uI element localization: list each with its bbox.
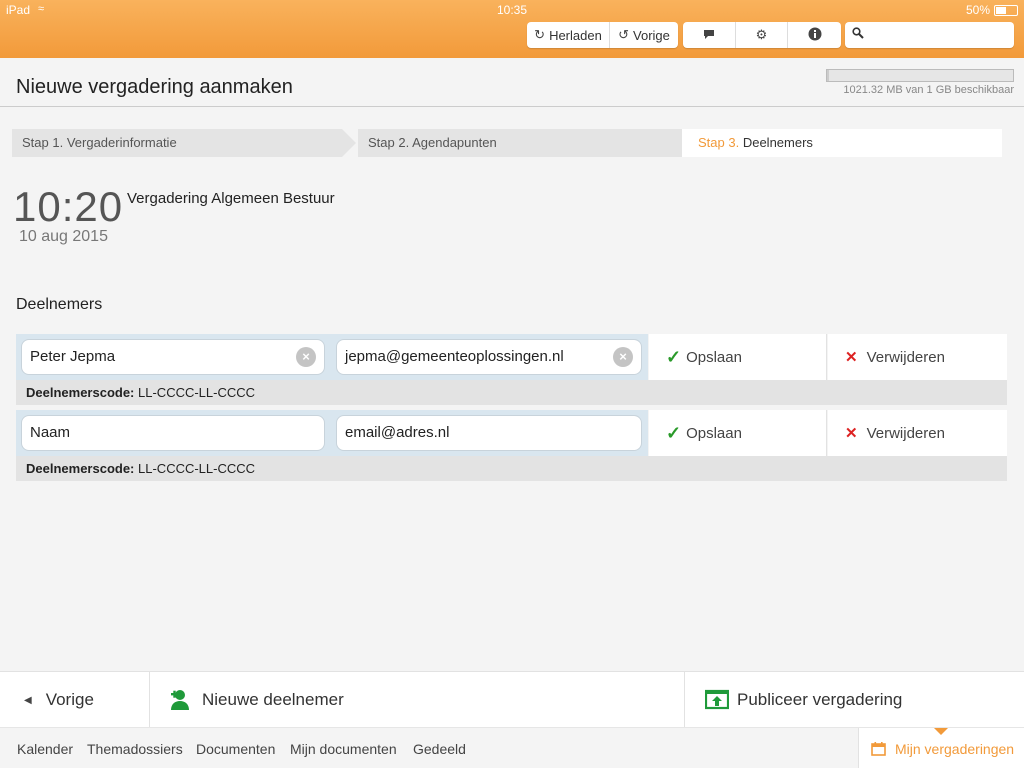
step-1-prefix: Stap 1.	[22, 135, 64, 150]
comment-icon	[703, 28, 715, 43]
info-button[interactable]	[788, 22, 841, 48]
delete-participant-button[interactable]: ✕ Verwijderen	[828, 410, 1007, 456]
reload-label: Herladen	[549, 27, 602, 43]
settings-button[interactable]: ⚙	[736, 22, 789, 48]
status-bar: iPad ≈ 10:35 50%	[0, 0, 1024, 20]
reload-button[interactable]: ↻ Herladen	[527, 22, 610, 48]
participant-code: Deelnemerscode: LL-CCCC-LL-CCCC	[16, 380, 1007, 405]
participant-inputs: Naam email@adres.nl	[16, 410, 648, 456]
step-1[interactable]: Stap 1. Vergaderinformatie	[12, 129, 356, 157]
step-2-prefix: Stap 2.	[368, 135, 410, 150]
navigation-button-group: ↻ Herladen ↺ Vorige	[527, 22, 678, 48]
page-title: Nieuwe vergadering aanmaken	[16, 76, 293, 98]
step-indicator: Stap 1. Vergaderinformatie Stap 2. Agend…	[12, 129, 1002, 157]
participant-email-input[interactable]: email@adres.nl	[336, 415, 642, 451]
publish-icon	[704, 689, 730, 711]
participants-heading: Deelnemers	[16, 296, 103, 313]
publish-meeting-button[interactable]: Publiceer vergadering	[684, 672, 1024, 728]
participant-row: Peter Jepma × jepma@gemeenteoplossingen.…	[16, 334, 1007, 405]
step-3-label: Deelnemers	[742, 135, 813, 150]
step-2[interactable]: Stap 2. Agendapunten	[358, 129, 696, 157]
participant-code-value: LL-CCCC-LL-CCCC	[138, 461, 256, 476]
battery-percentage: 50%	[965, 3, 990, 17]
clear-name-icon[interactable]: ×	[296, 347, 316, 367]
delete-label: Verwijderen	[866, 424, 945, 442]
meeting-title: Vergadering Algemeen Bestuur	[127, 190, 335, 207]
participant-email-value: email@adres.nl	[345, 424, 450, 441]
header-divider	[0, 106, 1024, 107]
participant-code-label: Deelnemerscode:	[26, 385, 135, 400]
participant-code-label: Deelnemerscode:	[26, 461, 135, 476]
nav-item-documenten[interactable]: Documenten	[196, 741, 275, 757]
battery-icon	[994, 5, 1018, 16]
info-icon	[808, 27, 822, 44]
search-icon	[852, 27, 864, 42]
reload-icon: ↻	[534, 27, 546, 42]
participant-name-value: Naam	[30, 424, 71, 441]
comments-button[interactable]	[683, 22, 736, 48]
history-icon: ↺	[618, 27, 630, 42]
step-3[interactable]: Stap 3. Deelnemers	[682, 129, 1002, 157]
participant-email-value: jepma@gemeenteoplossingen.nl	[345, 348, 564, 365]
gear-icon: ⚙	[755, 27, 768, 42]
triangle-left-icon: ◀	[24, 694, 32, 706]
back-history-button[interactable]: ↺ Vorige	[610, 22, 678, 48]
calendar-icon	[871, 741, 886, 756]
meeting-date: 10 aug 2015	[19, 228, 108, 245]
previous-label: Vorige	[45, 690, 94, 709]
new-participant-label: Nieuwe deelnemer	[202, 690, 344, 709]
nav-item-gedeeld[interactable]: Gedeeld	[413, 741, 466, 757]
top-bar: iPad ≈ 10:35 50% ↻ Herladen ↺ Vorige ⚙	[0, 0, 1024, 58]
bottom-navigation: Kalender Themadossiers Documenten Mijn d…	[0, 727, 1024, 768]
step-1-arrow	[342, 129, 356, 157]
new-participant-button[interactable]: Nieuwe deelnemer	[170, 672, 344, 728]
save-label: Opslaan	[686, 348, 742, 366]
delete-x-icon: ✕	[845, 425, 858, 442]
delete-label: Verwijderen	[866, 348, 945, 366]
status-time: 10:35	[496, 3, 528, 17]
checkmark-icon: ✓	[666, 346, 682, 367]
participant-code-value: LL-CCCC-LL-CCCC	[138, 385, 256, 400]
search-input[interactable]	[845, 22, 1014, 48]
step-1-label: Vergaderinformatie	[66, 135, 177, 150]
storage-text: 1021.32 MB van 1 GB beschikbaar	[843, 84, 1014, 96]
previous-button[interactable]: ◀ Vorige	[0, 672, 150, 728]
nav-active-label: Mijn vergaderingen	[895, 740, 1015, 757]
action-bar: ◀ Vorige Nieuwe deelnemer Publiceer verg…	[0, 671, 1024, 728]
storage-progress-fill	[827, 70, 829, 81]
nav-item-mijn-documenten[interactable]: Mijn documenten	[290, 741, 397, 757]
save-label: Opslaan	[686, 424, 742, 442]
participant-email-input[interactable]: jepma@gemeenteoplossingen.nl ×	[336, 339, 642, 375]
tools-button-group: ⚙	[683, 22, 841, 48]
clear-email-icon[interactable]: ×	[613, 347, 633, 367]
participant-code: Deelnemerscode: LL-CCCC-LL-CCCC	[16, 456, 1007, 481]
step-2-label: Agendapunten	[412, 135, 497, 150]
participant-name-input[interactable]: Naam	[21, 415, 325, 451]
save-participant-button[interactable]: ✓ Opslaan	[649, 410, 827, 456]
participant-name-value: Peter Jepma	[30, 348, 116, 365]
active-nav-marker	[934, 728, 948, 735]
nav-item-kalender[interactable]: Kalender	[17, 741, 73, 757]
delete-x-icon: ✕	[845, 349, 858, 366]
nav-item-themadossiers[interactable]: Themadossiers	[87, 741, 183, 757]
delete-participant-button[interactable]: ✕ Verwijderen	[828, 334, 1007, 380]
back-history-label: Vorige	[633, 27, 670, 43]
participant-row: Naam email@adres.nl ✓ Opslaan ✕ Verwijde…	[16, 410, 1007, 481]
step-3-prefix: Stap 3.	[698, 135, 740, 150]
participant-inputs: Peter Jepma × jepma@gemeenteoplossingen.…	[16, 334, 648, 380]
checkmark-icon: ✓	[666, 422, 682, 443]
publish-label: Publiceer vergadering	[737, 690, 903, 709]
meeting-time: 10:20	[13, 183, 124, 230]
add-user-icon	[170, 689, 194, 711]
storage-progress-bar	[826, 69, 1014, 82]
participant-name-input[interactable]: Peter Jepma ×	[21, 339, 325, 375]
save-participant-button[interactable]: ✓ Opslaan	[649, 334, 827, 380]
